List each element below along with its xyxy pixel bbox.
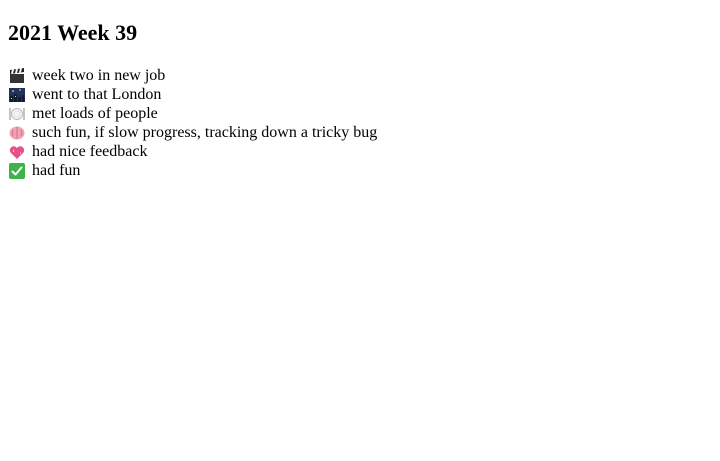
list-item-text: had fun <box>32 162 81 180</box>
check-mark-icon <box>8 162 26 179</box>
list-item-text: week two in new job <box>32 67 166 85</box>
list-item: went to that London <box>8 85 712 104</box>
list-item-text: went to that London <box>32 86 162 104</box>
page: 2021 Week 39 week two in new job went to… <box>0 0 720 461</box>
list-item-text: such fun, if slow progress, tracking dow… <box>32 124 378 142</box>
weekly-notes-list: week two in new job went to that London <box>8 66 712 180</box>
night-city-icon <box>8 87 26 103</box>
list-item: had nice feedback <box>8 142 712 161</box>
list-item-text: met loads of people <box>32 105 158 123</box>
list-item: week two in new job <box>8 66 712 85</box>
sparkling-heart-icon <box>8 144 26 160</box>
plate-icon <box>8 106 26 122</box>
list-item-text: had nice feedback <box>32 143 148 161</box>
list-item: such fun, if slow progress, tracking dow… <box>8 123 712 142</box>
list-item: met loads of people <box>8 104 712 123</box>
brain-icon <box>8 125 26 141</box>
page-title: 2021 Week 39 <box>8 20 138 45</box>
clapper-board-icon <box>8 67 26 84</box>
list-item: had fun <box>8 161 712 180</box>
